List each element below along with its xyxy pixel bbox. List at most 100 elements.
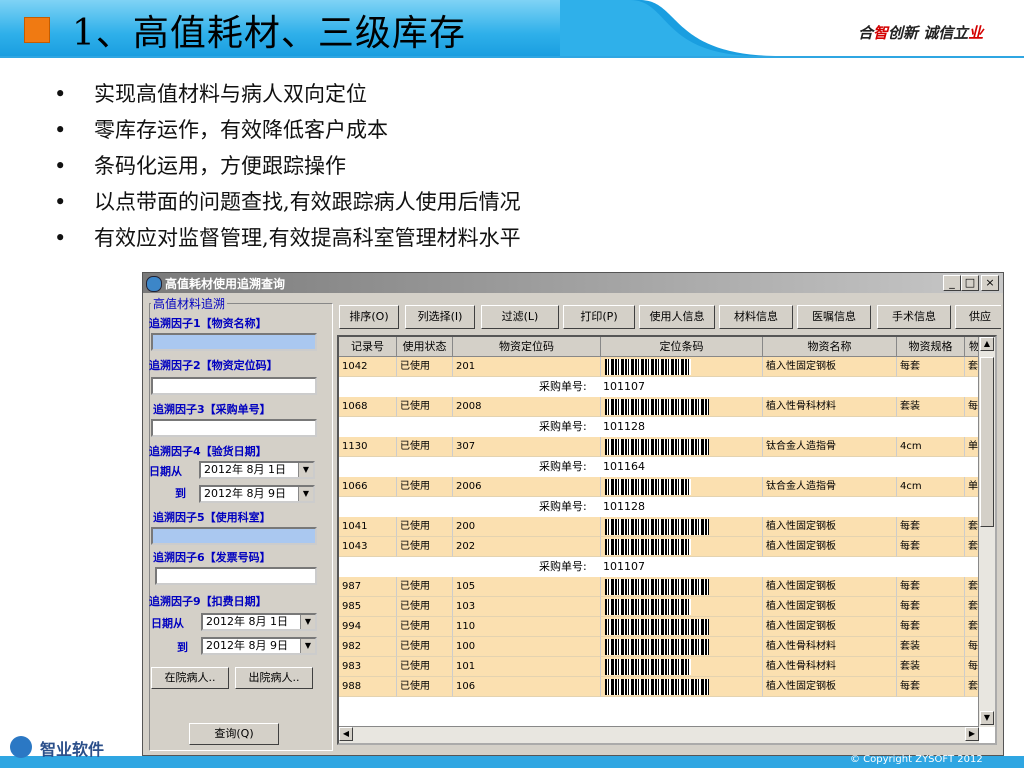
- purchase-order-row[interactable]: 采购单号: 101164: [339, 457, 979, 477]
- vertical-scrollbar[interactable]: ▲ ▼: [978, 337, 995, 727]
- purchase-order-row[interactable]: 采购单号: 101107: [339, 557, 979, 577]
- cell-loc: 101: [453, 657, 601, 677]
- table-row[interactable]: 987 已使用 105 植入性固定钢板 每套套: [339, 577, 985, 597]
- cell-name: 钛合金人造指骨: [763, 477, 897, 497]
- cell-status: 已使用: [397, 477, 453, 497]
- scroll-up-icon[interactable]: ▲: [980, 337, 994, 351]
- scrollbar-thumb[interactable]: [980, 357, 994, 527]
- table-row[interactable]: 1042 已使用 201 植入性固定钢板 每套套: [339, 357, 985, 377]
- close-button[interactable]: ×: [981, 275, 999, 291]
- column-header[interactable]: 使用状态: [397, 337, 453, 357]
- cell-status: 已使用: [397, 637, 453, 657]
- cell-name: 植入性固定钢板: [763, 357, 897, 377]
- cell-name: 植入性固定钢板: [763, 537, 897, 557]
- results-grid[interactable]: 记录号 使用状态 物资定位码 定位条码 物资名称 物资规格物 1042 已使用 201 植入性固定…: [337, 335, 997, 745]
- cell-id: 983: [339, 657, 397, 677]
- cell-status: 已使用: [397, 577, 453, 597]
- scroll-left-icon[interactable]: ◀: [339, 727, 353, 741]
- cell-status: 已使用: [397, 437, 453, 457]
- table-row[interactable]: 982 已使用 100 植入性骨科材料 套装每: [339, 637, 985, 657]
- factor2-label: 追溯因子2【物资定位码】: [149, 359, 278, 372]
- barcode-image: [605, 439, 709, 455]
- cell-spec: 每套: [897, 537, 965, 557]
- sort-button[interactable]: 排序(O): [339, 305, 399, 329]
- column-header[interactable]: 物资定位码: [453, 337, 601, 357]
- column-header[interactable]: 物资规格: [897, 337, 965, 357]
- column-header[interactable]: 定位条码: [601, 337, 763, 357]
- charge-date-from[interactable]: 2012年 8月 1日 ▼: [201, 613, 317, 631]
- barcode-cell: [601, 357, 763, 377]
- cell-spec: 套装: [897, 637, 965, 657]
- barcode-cell: [601, 397, 763, 417]
- purchase-order-input[interactable]: [151, 419, 317, 437]
- inspection-date-to[interactable]: 2012年 8月 9日 ▼: [199, 485, 315, 503]
- maximize-button[interactable]: □: [961, 275, 979, 291]
- inspection-date-from[interactable]: 2012年 8月 1日 ▼: [199, 461, 315, 479]
- column-header[interactable]: 记录号: [339, 337, 397, 357]
- location-code-input[interactable]: [151, 377, 317, 395]
- query-button[interactable]: 查询(Q): [189, 723, 279, 745]
- material-name-input[interactable]: [151, 333, 317, 351]
- print-button[interactable]: 打印(P): [563, 305, 635, 329]
- inpatient-button[interactable]: 在院病人..: [151, 667, 229, 689]
- barcode-cell: [601, 597, 763, 617]
- table-row[interactable]: 983 已使用 101 植入性骨科材料 套装每: [339, 657, 985, 677]
- invoice-number-input[interactable]: [155, 567, 317, 585]
- purchase-order-number: 101128: [603, 500, 645, 513]
- column-select-button[interactable]: 列选择(I): [405, 305, 475, 329]
- department-input[interactable]: [151, 527, 317, 545]
- table-row[interactable]: 1068 已使用 2008 植入性骨科材料 套装每: [339, 397, 985, 417]
- factor4-label: 追溯因子4【验货日期】: [149, 445, 267, 458]
- table-row[interactable]: 1041 已使用 200 植入性固定钢板 每套套: [339, 517, 985, 537]
- scroll-down-icon[interactable]: ▼: [980, 711, 994, 725]
- order-info-button[interactable]: 医嘱信息: [797, 305, 871, 329]
- discharged-button[interactable]: 出院病人..: [235, 667, 313, 689]
- charge-date-to[interactable]: 2012年 8月 9日 ▼: [201, 637, 317, 655]
- cell-loc: 2006: [453, 477, 601, 497]
- purchase-order-label: 采购单号:: [539, 420, 587, 433]
- table-row[interactable]: 994 已使用 110 植入性固定钢板 每套套: [339, 617, 985, 637]
- cell-id: 1041: [339, 517, 397, 537]
- cell-loc: 201: [453, 357, 601, 377]
- scroll-right-icon[interactable]: ▶: [965, 727, 979, 741]
- date9-to-label: 到: [177, 641, 188, 654]
- slogan: 合智创新 诚信立业: [858, 24, 984, 42]
- barcode-cell: [601, 537, 763, 557]
- cell-loc: 105: [453, 577, 601, 597]
- column-header[interactable]: 物资名称: [763, 337, 897, 357]
- chevron-down-icon[interactable]: ▼: [300, 615, 315, 629]
- cell-name: 植入性骨科材料: [763, 657, 897, 677]
- surgery-info-button[interactable]: 手术信息: [877, 305, 951, 329]
- chevron-down-icon[interactable]: ▼: [298, 463, 313, 477]
- window-title: 高值耗材使用追溯查询: [165, 277, 286, 291]
- chevron-down-icon[interactable]: ▼: [298, 487, 313, 501]
- minimize-button[interactable]: _: [943, 275, 961, 291]
- purchase-order-label: 采购单号:: [539, 460, 587, 473]
- chevron-down-icon[interactable]: ▼: [300, 639, 315, 653]
- table-row[interactable]: 1066 已使用 2006 钛合金人造指骨 4cm 单: [339, 477, 985, 497]
- purchase-order-row[interactable]: 采购单号: 101128: [339, 417, 979, 437]
- user-info-button[interactable]: 使用人信息: [639, 305, 715, 329]
- filter-button[interactable]: 过滤(L): [481, 305, 559, 329]
- purchase-order-label: 采购单号:: [539, 560, 587, 573]
- purchase-order-row[interactable]: 采购单号: 101107: [339, 377, 979, 397]
- table-row[interactable]: 1130 已使用 307 钛合金人造指骨 4cm 单: [339, 437, 985, 457]
- material-info-button[interactable]: 材料信息: [719, 305, 793, 329]
- cell-loc: 202: [453, 537, 601, 557]
- cell-spec: 每套: [897, 617, 965, 637]
- barcode-image: [605, 399, 709, 415]
- supply-button[interactable]: 供应: [955, 305, 1001, 329]
- table-row[interactable]: 988 已使用 106 植入性固定钢板 每套套: [339, 677, 985, 697]
- purchase-order-label: 采购单号:: [539, 500, 587, 513]
- horizontal-scrollbar[interactable]: ◀ ▶: [339, 726, 979, 743]
- purchase-order-row[interactable]: 采购单号: 101128: [339, 497, 979, 517]
- cell-id: 1066: [339, 477, 397, 497]
- barcode-cell: [601, 477, 763, 497]
- cell-spec: 每套: [897, 577, 965, 597]
- factor9-label: 追溯因子9【扣费日期】: [149, 595, 267, 608]
- barcode-cell: [601, 517, 763, 537]
- barcode-cell: [601, 637, 763, 657]
- table-row[interactable]: 985 已使用 103 植入性固定钢板 每套套: [339, 597, 985, 617]
- table-row[interactable]: 1043 已使用 202 植入性固定钢板 每套套: [339, 537, 985, 557]
- window-titlebar[interactable]: 高值耗材使用追溯查询 _ □ ×: [143, 273, 1003, 293]
